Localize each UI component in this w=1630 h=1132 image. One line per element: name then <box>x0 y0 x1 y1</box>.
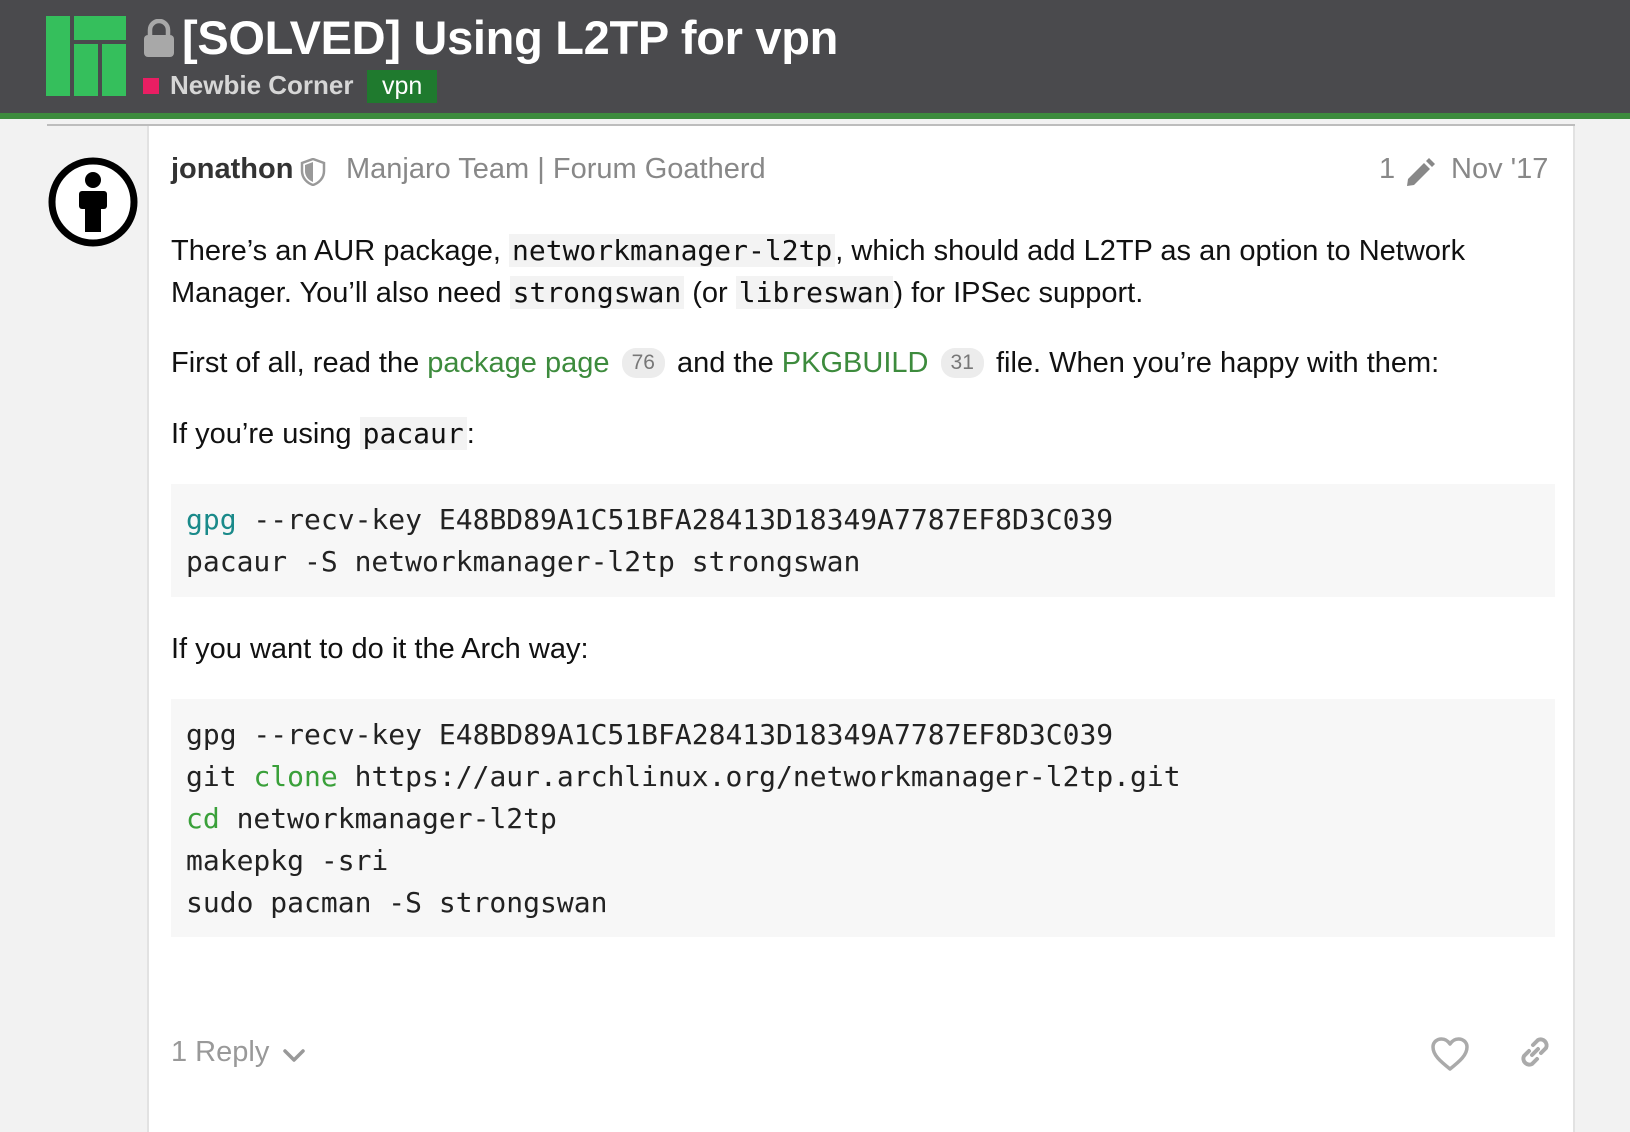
code-text: git <box>186 760 254 793</box>
code-keyword: gpg <box>186 503 237 536</box>
code-block-1[interactable]: gpg --recv-key E48BD89A1C51BFA28413D1834… <box>171 484 1555 597</box>
text: (or <box>684 277 736 309</box>
code-text: makepkg -sri <box>186 844 389 877</box>
paragraph-3: If you’re using pacaur: <box>171 413 1551 455</box>
post-date[interactable]: Nov '17 <box>1451 153 1548 186</box>
pencil-icon[interactable] <box>1404 155 1436 187</box>
code-block-2[interactable]: gpg --recv-key E48BD89A1C51BFA28413D1834… <box>171 699 1555 937</box>
paragraph-1: There’s an AUR package, networkmanager-l… <box>171 230 1551 314</box>
text: If you’re using <box>171 418 360 450</box>
paragraph-2: First of all, read the package page 76 a… <box>171 342 1551 384</box>
paragraph-4: If you want to do it the Arch way: <box>171 633 589 665</box>
inline-code: pacaur <box>359 417 467 450</box>
link-icon[interactable] <box>1515 1032 1555 1072</box>
user-avatar-icon[interactable] <box>47 156 139 248</box>
text: , which should add L2TP as an option to … <box>835 235 1466 267</box>
inline-code: networkmanager-l2tp <box>509 234 836 267</box>
text: file. When you’re happy with them: <box>987 347 1440 379</box>
code-text: https://aur.archlinux.org/networkmanager… <box>337 760 1181 793</box>
user-title: Manjaro Team | Forum Goatherd <box>346 153 766 185</box>
category-color-badge <box>143 78 159 94</box>
inline-code: strongswan <box>509 276 685 309</box>
pkgbuild-link[interactable]: PKGBUILD <box>782 347 929 379</box>
click-count-badge: 76 <box>621 348 665 378</box>
text: : <box>466 418 475 450</box>
tag-vpn[interactable]: vpn <box>367 70 438 103</box>
click-count-badge: 31 <box>940 348 984 378</box>
topic-header: [SOLVED] Using L2TP for vpn Newbie Corne… <box>0 0 1630 119</box>
text: Manager. You’ll also need <box>171 277 510 309</box>
post-username[interactable]: jonathon <box>171 153 293 186</box>
text: There’s an AUR package, <box>171 235 509 267</box>
replies-button[interactable]: 1 Reply <box>171 1036 269 1069</box>
code-text: pacaur -S networkmanager-l2tp strongswan <box>186 545 861 578</box>
text: First of all, read the <box>171 347 428 379</box>
lock-icon <box>144 19 174 57</box>
code-keyword: clone <box>253 760 338 793</box>
text: ) for IPSec support. <box>893 277 1144 309</box>
manjaro-logo-icon[interactable] <box>46 16 126 96</box>
code-text: sudo pacman -S strongswan <box>186 886 608 919</box>
text: and the <box>668 347 782 379</box>
heart-icon[interactable] <box>1430 1036 1470 1072</box>
code-text: --recv-key E48BD89A1C51BFA28413D18349A77… <box>236 503 1114 536</box>
code-keyword: cd <box>186 802 220 835</box>
package-page-link[interactable]: package page <box>427 347 609 379</box>
code-text: networkmanager-l2tp <box>219 802 557 835</box>
code-text: gpg --recv-key E48BD89A1C51BFA28413D1834… <box>186 718 1114 751</box>
shield-icon <box>300 158 326 186</box>
category-link[interactable]: Newbie Corner <box>170 70 354 101</box>
chevron-down-icon[interactable] <box>281 1046 307 1066</box>
topic-title[interactable]: [SOLVED] Using L2TP for vpn <box>182 10 838 65</box>
inline-code: libreswan <box>735 276 894 309</box>
edit-count[interactable]: 1 <box>1379 153 1395 186</box>
